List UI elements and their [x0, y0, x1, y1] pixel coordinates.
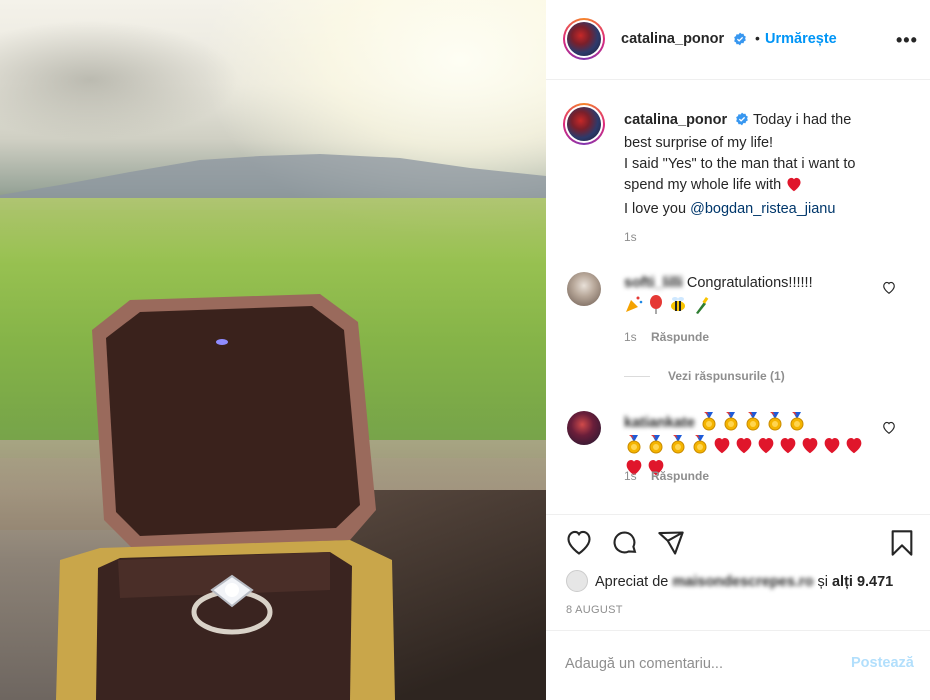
caption-text-line4: spend my whole life with: [624, 177, 782, 193]
comment-username[interactable]: softi_lilli: [624, 275, 683, 291]
medal-emoji-icon: [699, 411, 720, 431]
likes-others-count[interactable]: alți 9.471: [832, 574, 893, 590]
add-comment-input[interactable]: [565, 651, 835, 677]
heart-emoji-icon: [800, 436, 821, 456]
comment-avatar[interactable]: [567, 411, 601, 445]
post-caption: catalina_ponor Today i had the best surp…: [624, 110, 914, 220]
comment-username[interactable]: katiankate: [624, 415, 695, 431]
red-heart-emoji-icon: [785, 176, 803, 199]
verified-icon: [733, 32, 747, 51]
party-popper-emoji-icon: [624, 294, 644, 314]
likes-summary: Apreciat de maisondescrepes.ro și alți 9…: [566, 570, 893, 592]
post-date[interactable]: 8 AUGUST: [566, 604, 623, 616]
save-icon[interactable]: [888, 529, 916, 562]
post-header: catalina_ponor • Urmărește •••: [546, 0, 930, 80]
share-icon[interactable]: [657, 529, 685, 562]
post-photo[interactable]: [0, 0, 546, 700]
champagne-emoji-icon: [690, 294, 710, 314]
post-actions-bar: [546, 514, 930, 570]
author-avatar[interactable]: [563, 18, 605, 60]
caption-text-line3: I said "Yes" to the man that i want to: [624, 156, 856, 172]
medal-emoji-icon: [624, 434, 645, 454]
medal-emoji-icon: [690, 434, 711, 454]
heart-emoji-icon: [712, 436, 733, 456]
ring-box-image: [56, 294, 395, 700]
reply-button[interactable]: Răspunde: [651, 330, 709, 344]
comment-text: Congratulations!!!!!!: [686, 275, 813, 291]
caption-text-line2: best surprise of my life!: [624, 135, 774, 151]
header-separator-dot: •: [755, 30, 760, 46]
caption-author-avatar[interactable]: [563, 103, 605, 145]
caption-text-line1: Today i had the: [752, 112, 852, 128]
post-comment-button[interactable]: Postează: [851, 655, 914, 671]
heart-emoji-icon: [778, 436, 799, 456]
heart-emoji-icon: [844, 436, 865, 456]
add-comment-bar: Postează: [546, 630, 930, 700]
heart-icon[interactable]: [565, 529, 593, 562]
medal-emoji-icon: [765, 411, 786, 431]
verified-icon: [735, 112, 749, 133]
comment-timestamp: 1s: [624, 330, 637, 344]
bee-emoji-icon: [668, 294, 688, 314]
heart-emoji-icon: [756, 436, 777, 456]
comment-avatar[interactable]: [567, 272, 601, 306]
like-comment-icon[interactable]: [882, 421, 896, 440]
comment-timestamp: 1s: [624, 469, 637, 483]
likes-and: și: [817, 574, 828, 590]
medal-emoji-icon: [743, 411, 764, 431]
replies-divider: [624, 376, 650, 378]
caption-text-line5: I love you: [624, 201, 687, 217]
medal-emoji-icon: [668, 434, 689, 454]
more-options-icon[interactable]: •••: [896, 30, 918, 51]
heart-emoji-icon: [822, 436, 843, 456]
follow-button[interactable]: Urmărește: [765, 31, 837, 47]
balloon-emoji-icon: [646, 294, 666, 314]
caption-mention-link[interactable]: @bogdan_ristea_jianu: [690, 201, 835, 217]
view-replies-button[interactable]: Vezi răspunsurile (1): [624, 369, 785, 383]
heart-emoji-icon: [734, 436, 755, 456]
medal-emoji-row: [699, 412, 809, 431]
reply-button[interactable]: Răspunde: [651, 469, 709, 483]
liker-avatar[interactable]: [566, 570, 588, 592]
comment-icon[interactable]: [611, 529, 639, 562]
like-comment-icon[interactable]: [882, 281, 896, 300]
author-username[interactable]: catalina_ponor: [621, 31, 724, 47]
medal-emoji-icon: [646, 434, 667, 454]
caption-timestamp: 1s: [624, 230, 637, 244]
medal-emoji-icon: [787, 411, 808, 431]
medal-emoji-icon: [721, 411, 742, 431]
view-replies-label: Vezi răspunsurile (1): [668, 369, 785, 383]
liker-username[interactable]: maisondescrepes.ro: [672, 574, 813, 590]
post-side-panel: catalina_ponor • Urmărește ••• catalina_…: [546, 0, 930, 700]
caption-username[interactable]: catalina_ponor: [624, 112, 727, 128]
comment-item: softi_lilli Congratulations!!!!!!: [624, 272, 884, 317]
likes-prefix: Apreciat de: [595, 574, 669, 590]
